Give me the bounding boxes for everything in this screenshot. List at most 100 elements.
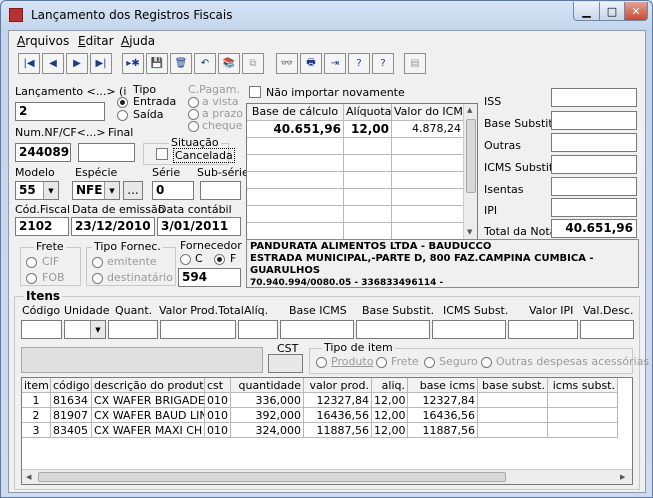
tax-empty-cell[interactable]	[344, 223, 392, 239]
especie-lookup-button[interactable]: ...	[123, 181, 143, 200]
table-cell[interactable]: 81634	[51, 393, 92, 408]
tax-empty-cell[interactable]	[344, 172, 392, 189]
tax-empty-cell[interactable]	[344, 155, 392, 172]
table-cell[interactable]: 1	[22, 393, 51, 408]
tipo-frete-radio[interactable]	[376, 357, 387, 368]
table-cell[interactable]	[478, 423, 548, 438]
minimize-button[interactable]: ▁	[573, 2, 600, 21]
tax-empty-cell[interactable]	[392, 138, 464, 155]
table-cell[interactable]: 11887,56	[408, 423, 478, 438]
cst-input[interactable]	[268, 354, 303, 373]
item-baseicms-input[interactable]	[280, 320, 354, 339]
tax-empty-cell[interactable]	[344, 138, 392, 155]
cpagam-cheque-radio[interactable]	[188, 121, 199, 132]
table-cell[interactable]: 12,00	[372, 393, 408, 408]
item-quant-input[interactable]	[108, 320, 158, 339]
fornecedor-code-input[interactable]: 594	[178, 268, 241, 287]
table-cell[interactable]	[478, 408, 548, 423]
help-button[interactable]: ?	[348, 53, 370, 74]
basesubst-input[interactable]	[551, 111, 637, 130]
tax-empty-cell[interactable]	[392, 223, 464, 239]
next-record-button[interactable]: ▶	[66, 53, 88, 74]
hscroll-thumb[interactable]	[38, 472, 506, 482]
cpagam-prazo-radio[interactable]	[188, 109, 199, 120]
last-record-button[interactable]: ▶|	[90, 53, 112, 74]
books-button[interactable]: 📚	[218, 53, 240, 74]
maximize-button[interactable]: □	[599, 2, 625, 21]
item-aliq-input[interactable]	[238, 320, 278, 339]
cpagam-vista-radio[interactable]	[188, 97, 199, 108]
table-cell[interactable]	[548, 393, 618, 408]
table-cell[interactable]: 16436,56	[408, 408, 478, 423]
table-cell[interactable]: CX WAFER BAUD LIN	[92, 408, 205, 423]
tipofornec-dest-radio[interactable]	[92, 273, 103, 284]
icmssubst-input[interactable]	[551, 155, 637, 174]
tax-cell-base[interactable]: 40.651,96	[247, 121, 344, 138]
frete-cif-radio[interactable]	[26, 257, 37, 268]
table-cell[interactable]: 12,00	[372, 408, 408, 423]
subserie-input[interactable]	[200, 181, 241, 200]
tax-empty-cell[interactable]	[392, 155, 464, 172]
table-cell[interactable]: 010	[205, 393, 231, 408]
fornecedor-c-radio[interactable]	[180, 254, 191, 265]
tipo-seguro-radio[interactable]	[424, 357, 435, 368]
tipo-saida-radio[interactable]	[117, 110, 128, 121]
save-button[interactable]: 💾	[146, 53, 168, 74]
tax-empty-cell[interactable]	[392, 172, 464, 189]
print-button[interactable]: 🖶	[300, 53, 322, 74]
tipofornec-emitente-radio[interactable]	[92, 257, 103, 268]
table-cell[interactable]: 392,000	[231, 408, 304, 423]
tax-empty-cell[interactable]	[247, 189, 344, 206]
lancamento-input[interactable]: 2	[15, 102, 105, 121]
menu-editar[interactable]: Editar	[78, 34, 114, 48]
tax-empty-cell[interactable]	[392, 206, 464, 223]
menu-ajuda[interactable]: Ajuda	[121, 34, 155, 48]
search-button[interactable]: 👓	[276, 53, 298, 74]
contabil-input[interactable]: 3/01/2011	[157, 217, 241, 236]
tax-empty-cell[interactable]	[247, 206, 344, 223]
table-cell[interactable]: 12327,84	[408, 393, 478, 408]
table-cell[interactable]	[548, 423, 618, 438]
serie-input[interactable]: 0	[152, 181, 194, 200]
title-bar[interactable]: Lançamento dos Registros Fiscais ▁ □ ✕	[1, 1, 652, 29]
table-cell[interactable]	[548, 408, 618, 423]
table-cell[interactable]: 010	[205, 408, 231, 423]
codfiscal-input[interactable]: 2102	[15, 217, 69, 236]
table-cell[interactable]: 324,000	[231, 423, 304, 438]
table-cell[interactable]: 336,000	[231, 393, 304, 408]
nao-importar-checkbox[interactable]	[249, 86, 261, 98]
table-cell[interactable]: 2	[22, 408, 51, 423]
first-record-button[interactable]: |◀	[18, 53, 40, 74]
numnf-input[interactable]: 244089	[15, 143, 71, 162]
ipi-input[interactable]	[551, 198, 637, 217]
close-button[interactable]: ✕	[624, 2, 648, 21]
table-cell[interactable]: 12327,84	[304, 393, 372, 408]
context-help-button[interactable]: ?	[372, 53, 394, 74]
notes-button[interactable]: ▤	[404, 53, 426, 74]
tipo-produto-radio[interactable]	[316, 357, 327, 368]
tipo-outras-radio[interactable]	[481, 357, 492, 368]
table-cell[interactable]: 11887,56	[304, 423, 372, 438]
total-input[interactable]: 40.651,96	[551, 219, 637, 238]
item-icmssubst-input[interactable]	[432, 320, 506, 339]
modelo-select[interactable]: 55 ▼	[15, 181, 59, 200]
iss-input[interactable]	[551, 88, 637, 107]
tipo-entrada-radio[interactable]	[117, 97, 128, 108]
undo-button[interactable]: ↶	[194, 53, 216, 74]
tax-empty-cell[interactable]	[247, 155, 344, 172]
table-cell[interactable]: 83405	[51, 423, 92, 438]
items-grid-hscrollbar[interactable]: ◀ ▶	[22, 469, 632, 484]
tax-empty-cell[interactable]	[247, 223, 344, 239]
fornecedor-f-radio[interactable]	[214, 254, 225, 265]
item-codigo-input[interactable]	[21, 320, 62, 339]
table-cell[interactable]: CX WAFER BRIGADE	[92, 393, 205, 408]
scroll-thumb[interactable]	[466, 119, 476, 193]
item-valor-input[interactable]	[160, 320, 236, 339]
tax-empty-cell[interactable]	[392, 189, 464, 206]
table-cell[interactable]: 010	[205, 423, 231, 438]
table-cell[interactable]: 16436,56	[304, 408, 372, 423]
tax-empty-cell[interactable]	[344, 189, 392, 206]
item-desc-input[interactable]	[580, 320, 634, 339]
tax-grid[interactable]: Base de cálculo Alíquota Valor do ICMS 4…	[246, 103, 478, 240]
tax-empty-cell[interactable]	[247, 138, 344, 155]
